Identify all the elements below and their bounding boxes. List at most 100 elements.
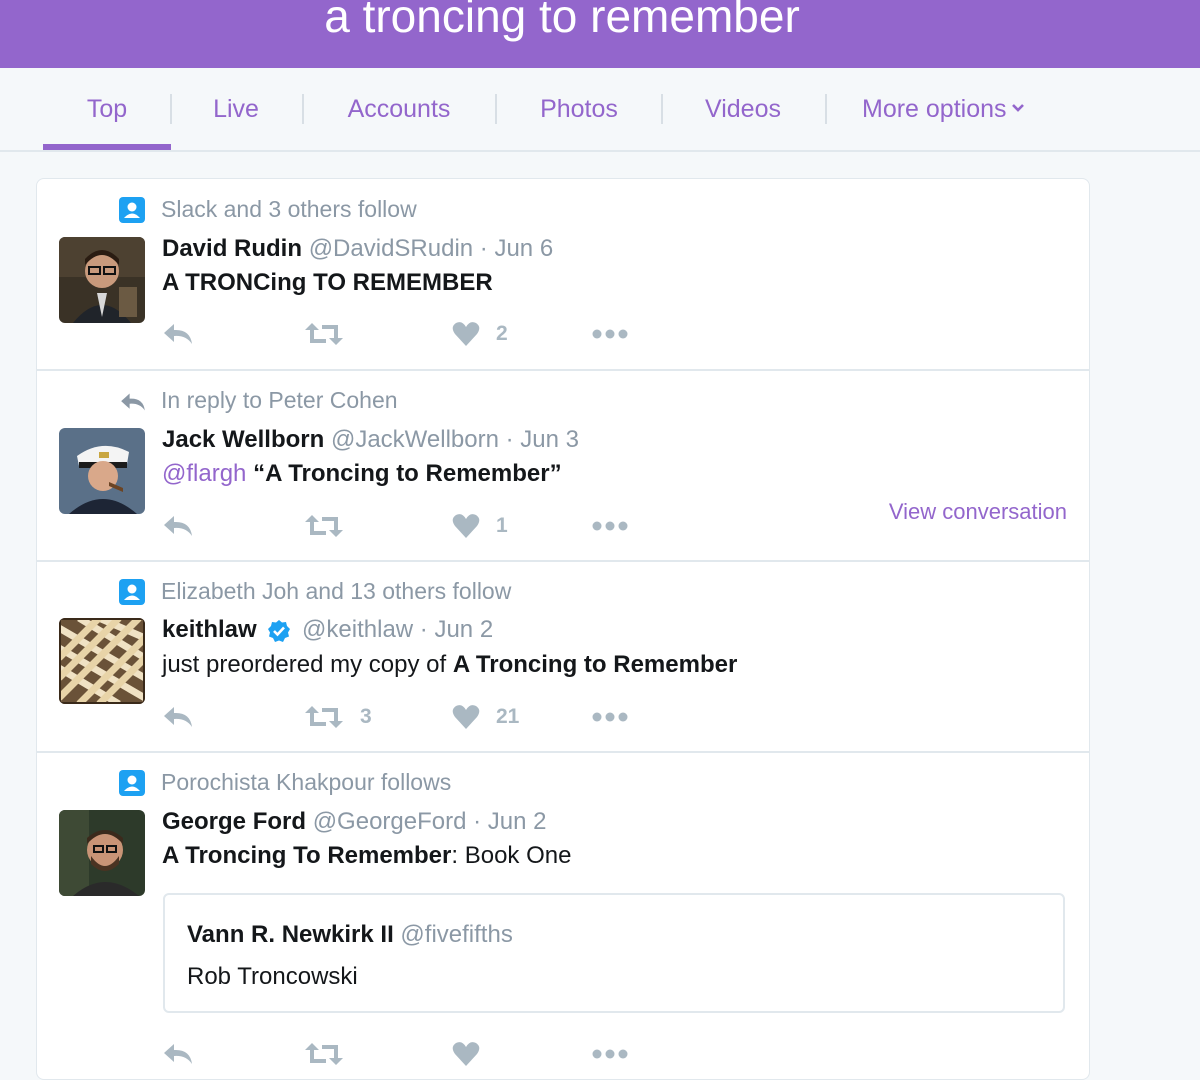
tweet-date[interactable]: · Jun 3 — [506, 426, 579, 453]
tweet-date[interactable]: · Jun 6 — [480, 235, 553, 262]
quoted-handle: @fivefifths — [400, 921, 513, 948]
tab-divider — [302, 94, 304, 124]
retweet-count: 3 — [360, 705, 372, 728]
more-button[interactable] — [592, 700, 628, 734]
more-dots-icon — [592, 329, 628, 339]
reply-icon — [164, 707, 192, 727]
search-query-title: a troncing to remember — [324, 0, 800, 42]
view-conversation-link[interactable]: View conversation — [889, 499, 1067, 525]
reply-icon — [164, 1044, 192, 1064]
display-name[interactable]: keithlaw — [162, 616, 257, 643]
tweet-date[interactable]: · Jun 2 — [473, 808, 546, 835]
handle[interactable]: @DavidSRudin — [309, 235, 473, 262]
retweet-icon — [305, 323, 343, 345]
quoted-tweet-header: Vann R. Newkirk II @fivefifths — [187, 921, 513, 949]
retweet-button[interactable] — [304, 317, 344, 351]
heart-icon — [452, 705, 480, 729]
handle[interactable]: @keithlaw — [302, 616, 413, 643]
more-button[interactable] — [592, 1037, 628, 1071]
avatar[interactable] — [59, 237, 145, 323]
retweet-button[interactable] — [304, 1037, 344, 1071]
like-count: 1 — [496, 514, 508, 537]
tweet-text-plain: : Book One — [451, 842, 572, 869]
tab-more-options[interactable]: More options — [862, 68, 1044, 150]
person-icon — [119, 197, 145, 223]
heart-icon — [452, 322, 480, 346]
quoted-tweet-text: Rob Troncowski — [187, 963, 358, 990]
tweet-date[interactable]: · Jun 2 — [420, 616, 493, 643]
tab-more-options-label: More options — [862, 95, 1007, 123]
tweet-text-plain: just preordered my copy of — [162, 651, 447, 678]
reply-icon — [164, 324, 192, 344]
tweet-text-bold: A Troncing To Remember — [162, 842, 452, 869]
tweet-header: Jack Wellborn @JackWellborn · Jun 3 — [162, 426, 579, 454]
tweet-context: Porochista Khakpour follows — [161, 769, 452, 795]
more-button[interactable] — [592, 317, 628, 351]
tweet-text-bold: “A Troncing to Remember” — [253, 460, 562, 487]
tweet[interactable]: Porochista Khakpour follows George Ford … — [37, 753, 1089, 1079]
tweet-actions: 2 — [162, 317, 1062, 351]
tab-videos[interactable]: Videos — [690, 68, 796, 150]
handle[interactable]: @GeorgeFord — [313, 808, 467, 835]
tweet-header: David Rudin @DavidSRudin · Jun 6 — [162, 235, 553, 263]
reply-button[interactable] — [162, 317, 194, 351]
handle[interactable]: @JackWellborn — [331, 426, 499, 453]
tab-live[interactable]: Live — [190, 68, 282, 150]
chevron-down-icon — [1011, 104, 1024, 113]
tweet-text-bold: A Troncing to Remember — [452, 651, 738, 678]
tab-accounts[interactable]: Accounts — [330, 68, 468, 150]
like-button[interactable]: 1 — [452, 509, 508, 543]
more-dots-icon — [592, 712, 628, 722]
retweet-button[interactable]: 3 — [304, 700, 372, 734]
reply-icon — [121, 393, 145, 411]
display-name[interactable]: David Rudin — [162, 235, 302, 262]
quoted-tweet[interactable]: Vann R. Newkirk II @fivefifths Rob Tronc… — [163, 893, 1065, 1013]
retweet-button[interactable] — [304, 509, 344, 543]
tweet[interactable]: Elizabeth Joh and 13 others follow keith… — [37, 562, 1089, 753]
display-name[interactable]: Jack Wellborn — [162, 426, 324, 453]
tweet-context[interactable]: In reply to Peter Cohen — [161, 387, 398, 414]
tweet[interactable]: In reply to Peter Cohen Jack Wellborn @J… — [37, 371, 1089, 562]
reply-icon — [164, 516, 192, 536]
tweet-header: George Ford @GeorgeFord · Jun 2 — [162, 808, 547, 836]
tweet-text: A Troncing To Remember: Book One — [162, 842, 571, 870]
tweet-header: keithlaw @keithlaw · Jun 2 — [162, 616, 493, 644]
retweet-icon — [305, 515, 343, 537]
tab-top[interactable]: Top — [43, 68, 171, 150]
heart-icon — [452, 1042, 480, 1066]
tab-divider — [661, 94, 663, 124]
more-dots-icon — [592, 521, 628, 531]
avatar[interactable] — [59, 428, 145, 514]
avatar[interactable] — [59, 618, 145, 704]
more-dots-icon — [592, 1049, 628, 1059]
retweet-icon — [305, 1043, 343, 1065]
reply-button[interactable] — [162, 1037, 194, 1071]
retweet-icon — [305, 706, 343, 728]
tab-divider — [825, 94, 827, 124]
like-count: 21 — [496, 705, 520, 728]
tweet[interactable]: Slack and 3 others follow David Rudin @D… — [37, 179, 1089, 371]
search-header: a troncing to remember — [0, 0, 1200, 68]
tab-photos[interactable]: Photos — [525, 68, 633, 150]
avatar[interactable] — [59, 810, 145, 896]
display-name[interactable]: George Ford — [162, 808, 306, 835]
tweet-text: A TRONCing TO REMEMBER — [162, 269, 493, 296]
more-button[interactable] — [592, 509, 628, 543]
like-button[interactable] — [452, 1037, 480, 1071]
quoted-display-name: Vann R. Newkirk II — [187, 921, 394, 948]
tweet-actions: 3 21 — [162, 700, 1062, 734]
reply-button[interactable] — [162, 509, 194, 543]
search-timeline: Slack and 3 others follow David Rudin @D… — [36, 178, 1090, 1080]
search-tabs: Top Live Accounts Photos Videos More opt… — [0, 68, 1200, 152]
like-button[interactable]: 21 — [452, 700, 519, 734]
heart-icon — [452, 514, 480, 538]
tab-divider — [495, 94, 497, 124]
like-button[interactable]: 2 — [452, 317, 508, 351]
tab-divider — [170, 94, 172, 124]
reply-button[interactable] — [162, 700, 194, 734]
mention-link[interactable]: @flargh — [162, 460, 246, 487]
tweet-actions — [162, 1037, 1062, 1071]
verified-badge-icon — [268, 619, 291, 642]
tweet-context: Slack and 3 others follow — [161, 196, 417, 222]
person-icon — [119, 770, 145, 796]
